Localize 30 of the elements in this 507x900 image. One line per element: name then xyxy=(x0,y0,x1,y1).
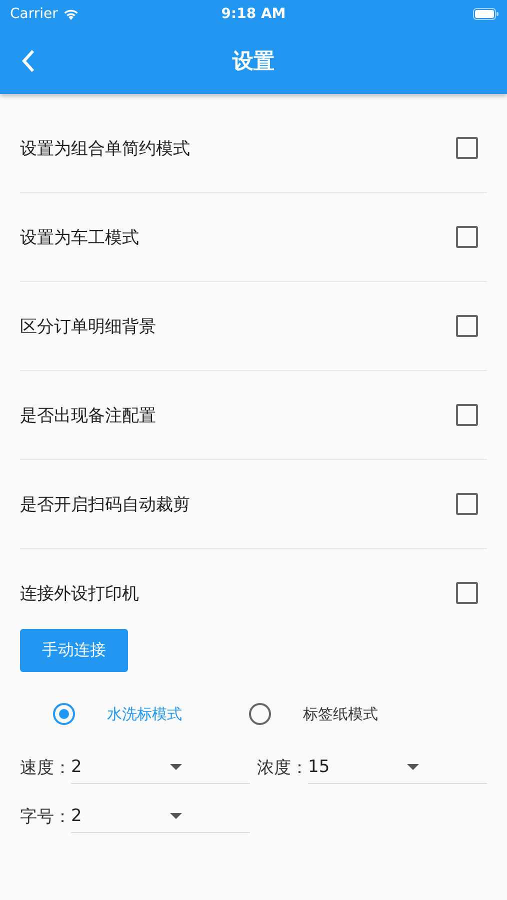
dropdown-label: 速度： xyxy=(20,757,71,779)
caret-icon xyxy=(407,764,419,770)
checkbox[interactable] xyxy=(456,493,478,515)
dropdown-field[interactable]: 15 xyxy=(308,751,487,784)
carrier-label: Carrier xyxy=(10,6,58,22)
dropdown-label: 浓度： xyxy=(257,757,308,779)
setting-label: 是否开启扫码自动裁剪 xyxy=(20,494,190,516)
checkbox[interactable] xyxy=(456,315,478,337)
setting-label: 区分订单明细背景 xyxy=(20,316,156,338)
checkbox[interactable] xyxy=(456,404,478,426)
radio-button[interactable] xyxy=(53,703,75,725)
checkbox[interactable] xyxy=(456,582,478,604)
radio-label: 水洗标模式 xyxy=(107,704,182,724)
setting-label: 连接外设打印机 xyxy=(20,582,139,604)
caret-icon xyxy=(170,764,182,770)
caret-icon xyxy=(170,813,182,819)
checkbox[interactable] xyxy=(456,137,478,159)
setting-label: 设置为组合单简约模式 xyxy=(20,138,190,160)
dropdown-field[interactable]: 2 xyxy=(71,751,250,784)
radio-button[interactable] xyxy=(249,703,271,725)
checkbox[interactable] xyxy=(456,226,478,248)
radio-label: 标签纸模式 xyxy=(303,704,378,724)
wifi-icon xyxy=(62,8,79,20)
status-time: 9:18 AM xyxy=(221,6,286,22)
setting-label: 是否出现备注配置 xyxy=(20,404,156,426)
page-title: 设置 xyxy=(232,48,274,75)
dropdown-label: 字号： xyxy=(20,806,71,828)
setting-label: 设置为车工模式 xyxy=(20,226,139,248)
battery-icon xyxy=(473,8,499,20)
dropdown-field[interactable]: 2 xyxy=(71,800,250,833)
